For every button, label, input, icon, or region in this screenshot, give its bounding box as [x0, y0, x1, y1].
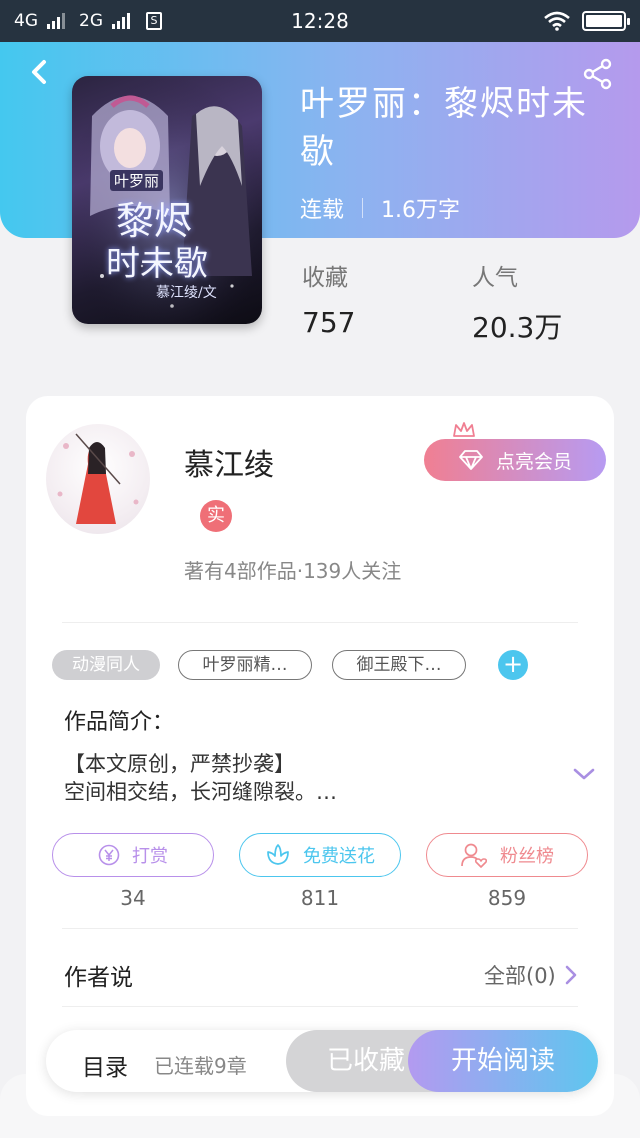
serial-status: 连载 — [300, 198, 345, 223]
start-reading-button[interactable]: 开始阅读 — [408, 1030, 598, 1092]
word-count: 1.6万字 — [381, 198, 461, 223]
popularity-value: 20.3万 — [472, 311, 563, 344]
author-avatar[interactable] — [46, 424, 150, 534]
fans-icon — [461, 843, 488, 868]
cover-title-small: 叶罗丽 — [110, 170, 164, 191]
network-label-4g: 4G — [14, 11, 38, 31]
intro-line-2: 空间相交结，长河缝隙裂。… — [64, 780, 337, 804]
divider — [62, 928, 578, 929]
signal-icon — [47, 13, 65, 29]
battery-icon — [582, 11, 630, 31]
vip-button[interactable]: 点亮会员 — [424, 439, 606, 481]
reward-count: 34 — [120, 886, 146, 910]
flower-count: 811 — [300, 886, 340, 910]
reward-label: 打赏 — [132, 846, 168, 867]
diamond-icon — [459, 450, 483, 470]
add-tag-icon[interactable]: + — [498, 650, 528, 680]
status-bar: 4G 2G S 12:28 — [0, 0, 640, 42]
favorites-value: 757 — [302, 306, 356, 339]
free-flower-button[interactable]: 免费送花 — [239, 833, 401, 877]
intro-line-1: 【本文原创，严禁抄袭】 — [64, 752, 295, 776]
verified-badge: 实 — [200, 500, 232, 532]
toc-status[interactable]: 已连载9章 — [154, 1050, 247, 1079]
intro-label: 作品简介： — [64, 710, 175, 735]
fans-count: 859 — [487, 886, 527, 910]
chevron-down-icon[interactable] — [572, 764, 596, 784]
topic-tag-2[interactable]: 御王殿下… — [332, 650, 466, 680]
intro-text[interactable]: 【本文原创，严禁抄袭】 空间相交结，长河缝隙裂。… — [64, 750, 544, 806]
flower-icon — [267, 844, 289, 865]
author-stats: 著有4部作品·139人关注 — [184, 559, 402, 583]
wifi-icon — [544, 11, 570, 31]
yuan-icon — [98, 844, 120, 866]
crown-icon — [453, 422, 475, 437]
popularity-label: 人气 — [472, 265, 518, 291]
fans-rank-button[interactable]: 粉丝榜 — [426, 833, 588, 877]
favorites-stat: 收藏 757 — [302, 258, 355, 339]
cover-title-line2: 时未歇 — [106, 244, 208, 284]
book-title: 叶罗丽：黎烬时未歇 — [300, 84, 588, 172]
signal-icon — [112, 13, 130, 29]
vip-button-label: 点亮会员 — [495, 450, 572, 473]
author-says-title: 作者说 — [64, 965, 133, 991]
topic-tag-1[interactable]: 叶罗丽精… — [178, 650, 312, 680]
author-name[interactable]: 慕江绫 — [184, 440, 274, 484]
author-says-all-label: 全部(0) — [484, 964, 556, 988]
author-says-all-link[interactable]: 全部(0) — [484, 960, 578, 990]
cover-author: 慕江绫/文 — [156, 285, 217, 301]
free-flower-label: 免费送花 — [303, 846, 375, 867]
favorites-label: 收藏 — [302, 265, 348, 291]
book-meta: 连载 1.6万字 — [300, 192, 460, 224]
fans-rank-label: 粉丝榜 — [500, 846, 554, 867]
popularity-stat: 人气 20.3万 — [472, 258, 562, 346]
reward-button[interactable]: 打赏 — [52, 833, 214, 877]
sim-icon: S — [146, 12, 162, 30]
toc-button[interactable]: 目录 — [82, 1048, 128, 1082]
genre-tag[interactable]: 动漫同人 — [52, 650, 160, 680]
network-label-2g: 2G — [79, 11, 103, 31]
divider — [62, 1006, 578, 1007]
bottom-action-bar: 目录 已连载9章 已收藏 开始阅读 — [46, 1030, 598, 1092]
back-icon[interactable] — [22, 54, 58, 90]
divider — [62, 622, 578, 623]
book-cover[interactable]: 叶罗丽 黎烬 时未歇 慕江绫/文 — [72, 76, 262, 324]
chevron-right-icon — [565, 965, 577, 985]
